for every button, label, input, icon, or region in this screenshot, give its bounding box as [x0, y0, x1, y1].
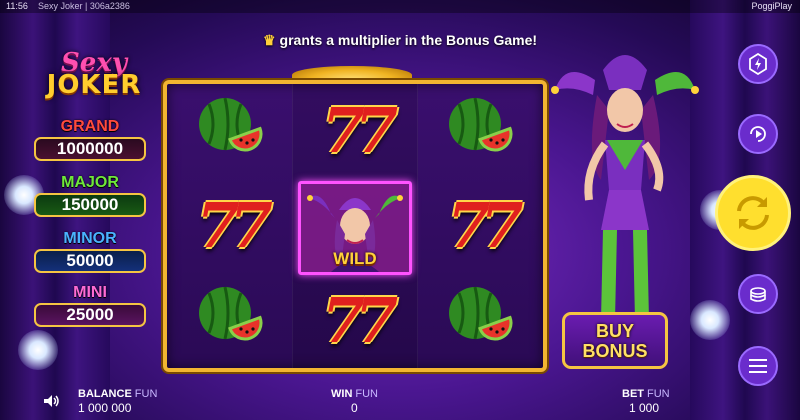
watermelon-symbol	[445, 283, 515, 358]
jackpot-label: MINI	[73, 284, 107, 301]
banner-text: grants a multiplier in the Bonus Game!	[279, 32, 538, 48]
jackpot-value: 25000	[34, 303, 146, 327]
seven-symbol: 77	[321, 283, 398, 357]
menu-icon	[749, 359, 767, 373]
bet-value: 1 000	[629, 401, 660, 415]
jackpot-grand: GRAND 1000000	[34, 118, 146, 161]
buy-bonus-line-1: BUY	[595, 321, 634, 341]
reel-cell: 77	[292, 273, 418, 368]
jackpot-value: 150000	[34, 193, 146, 217]
balance-label-text: BALANCE	[78, 388, 132, 400]
win-label: WIN FUN	[331, 388, 378, 400]
jackpot-minor: MINOR 50000	[34, 230, 146, 273]
bet-settings-button[interactable]	[738, 274, 778, 314]
jackpot-value: 50000	[34, 249, 146, 273]
reel-cell	[418, 273, 543, 368]
bet-label: BET FUN	[622, 388, 670, 400]
bet-unit: FUN	[647, 388, 670, 400]
jackpot-label: MINOR	[63, 230, 117, 247]
win-label-text: WIN	[331, 388, 353, 400]
win-value: 0	[351, 401, 358, 415]
game-logo: Sexy JOKER	[34, 48, 154, 100]
reel-cell	[167, 273, 292, 368]
reel-cell	[418, 84, 543, 179]
status-time: 11:56	[6, 1, 28, 11]
buy-bonus-button[interactable]: BUY BONUS	[562, 312, 668, 369]
autoplay-button[interactable]	[738, 114, 778, 154]
spin-icon	[737, 196, 769, 230]
jackpot-mini: MINI 25000	[34, 284, 146, 327]
coins-stack-icon	[750, 287, 766, 302]
watermelon-symbol	[195, 283, 265, 358]
jackpot-label: GRAND	[60, 118, 120, 135]
balance-value: 1 000 000	[78, 401, 132, 415]
watermelon-symbol	[445, 94, 515, 169]
reel-cell: 77	[167, 179, 292, 274]
speaker-icon	[44, 395, 52, 407]
menu-button[interactable]	[738, 346, 778, 386]
win-unit: FUN	[355, 388, 378, 400]
sound-toggle-button[interactable]	[42, 392, 60, 410]
jackpot-major: MAJOR 150000	[34, 174, 146, 217]
status-provider: PoggiPlay	[751, 1, 792, 11]
turbo-button[interactable]	[738, 44, 778, 84]
jackpot-value: 1000000	[34, 137, 146, 161]
bet-label-text: BET	[622, 388, 644, 400]
seven-symbol: 77	[321, 94, 398, 168]
autoplay-icon	[750, 126, 766, 142]
jester-character	[551, 55, 699, 320]
jackpot-label: MAJOR	[61, 174, 119, 191]
logo-line-2: JOKER	[46, 70, 142, 100]
buy-bonus-line-2: BONUS	[582, 341, 648, 361]
seven-symbol: 77	[196, 188, 273, 262]
status-bar: 11:56 Sexy Joker | 306a2386 PoggiPlay	[0, 0, 800, 13]
watermelon-symbol	[195, 94, 265, 169]
spotlight	[18, 330, 58, 370]
seven-symbol: 77	[447, 188, 523, 262]
reel-cell: 77	[292, 84, 418, 179]
balance-label: BALANCE FUN	[78, 388, 157, 400]
lightning-icon	[749, 53, 767, 75]
reel-cell: 77	[418, 179, 543, 274]
wild-label: WILD	[333, 249, 377, 268]
reel-cell	[167, 84, 292, 179]
spin-button[interactable]	[715, 175, 791, 251]
balance-unit: FUN	[134, 388, 158, 400]
status-title: Sexy Joker | 306a2386	[38, 1, 130, 11]
jester-hat-icon: ♛	[262, 32, 276, 48]
